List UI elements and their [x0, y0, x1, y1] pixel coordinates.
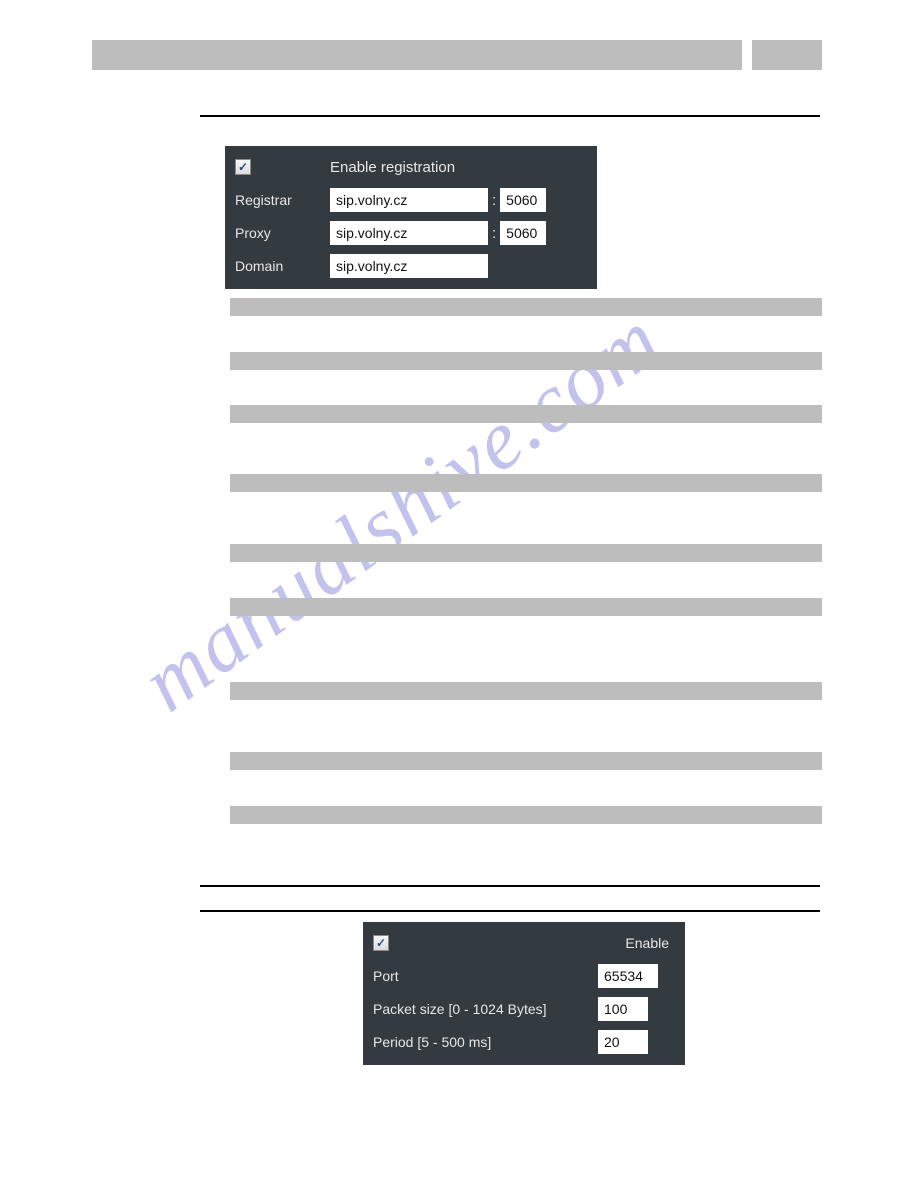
section-divider [200, 885, 820, 887]
packet-size-label: Packet size [0 - 1024 Bytes] [373, 1001, 598, 1017]
port-input[interactable] [598, 964, 658, 988]
period-input[interactable] [598, 1030, 648, 1054]
domain-label: Domain [235, 258, 330, 274]
table-row [230, 474, 822, 492]
proxy-port-input[interactable] [500, 221, 546, 245]
table-row [230, 544, 822, 562]
enable-label: Enable [625, 935, 669, 951]
table-row [230, 682, 822, 700]
enable-registration-row: ✓ Enable registration [235, 154, 587, 180]
packet-size-row: Packet size [0 - 1024 Bytes] [373, 996, 675, 1022]
registrar-port-input[interactable] [500, 188, 546, 212]
checkmark-icon: ✓ [376, 936, 386, 950]
table-row [230, 298, 822, 316]
period-label: Period [5 - 500 ms] [373, 1034, 598, 1050]
domain-row: Domain [235, 253, 587, 279]
port-separator: : [488, 192, 500, 209]
registrar-row: Registrar : [235, 187, 587, 213]
port-separator: : [488, 225, 500, 242]
sip-registration-panel: ✓ Enable registration Registrar : Proxy … [225, 146, 597, 289]
proxy-row: Proxy : [235, 220, 587, 246]
enable-registration-checkbox[interactable]: ✓ [235, 159, 251, 175]
section-divider [200, 115, 820, 117]
header-bar-right [752, 40, 822, 70]
table-row [230, 405, 822, 423]
proxy-label: Proxy [235, 225, 330, 241]
table-row [230, 752, 822, 770]
page-header [92, 40, 822, 70]
test-packet-panel: ✓ Enable Port Packet size [0 - 1024 Byte… [363, 922, 685, 1065]
registrar-host-input[interactable] [330, 188, 488, 212]
enable-checkbox[interactable]: ✓ [373, 935, 389, 951]
port-row: Port [373, 963, 675, 989]
domain-host-input[interactable] [330, 254, 488, 278]
header-bar-left [92, 40, 742, 70]
registrar-label: Registrar [235, 192, 330, 208]
proxy-host-input[interactable] [330, 221, 488, 245]
table-row [230, 598, 822, 616]
enable-registration-label: Enable registration [330, 159, 455, 176]
table-row [230, 352, 822, 370]
section-divider [200, 910, 820, 912]
port-label: Port [373, 968, 598, 984]
checkmark-icon: ✓ [238, 160, 248, 174]
period-row: Period [5 - 500 ms] [373, 1029, 675, 1055]
packet-size-input[interactable] [598, 997, 648, 1021]
table-row [230, 806, 822, 824]
enable-row: ✓ Enable [373, 930, 675, 956]
